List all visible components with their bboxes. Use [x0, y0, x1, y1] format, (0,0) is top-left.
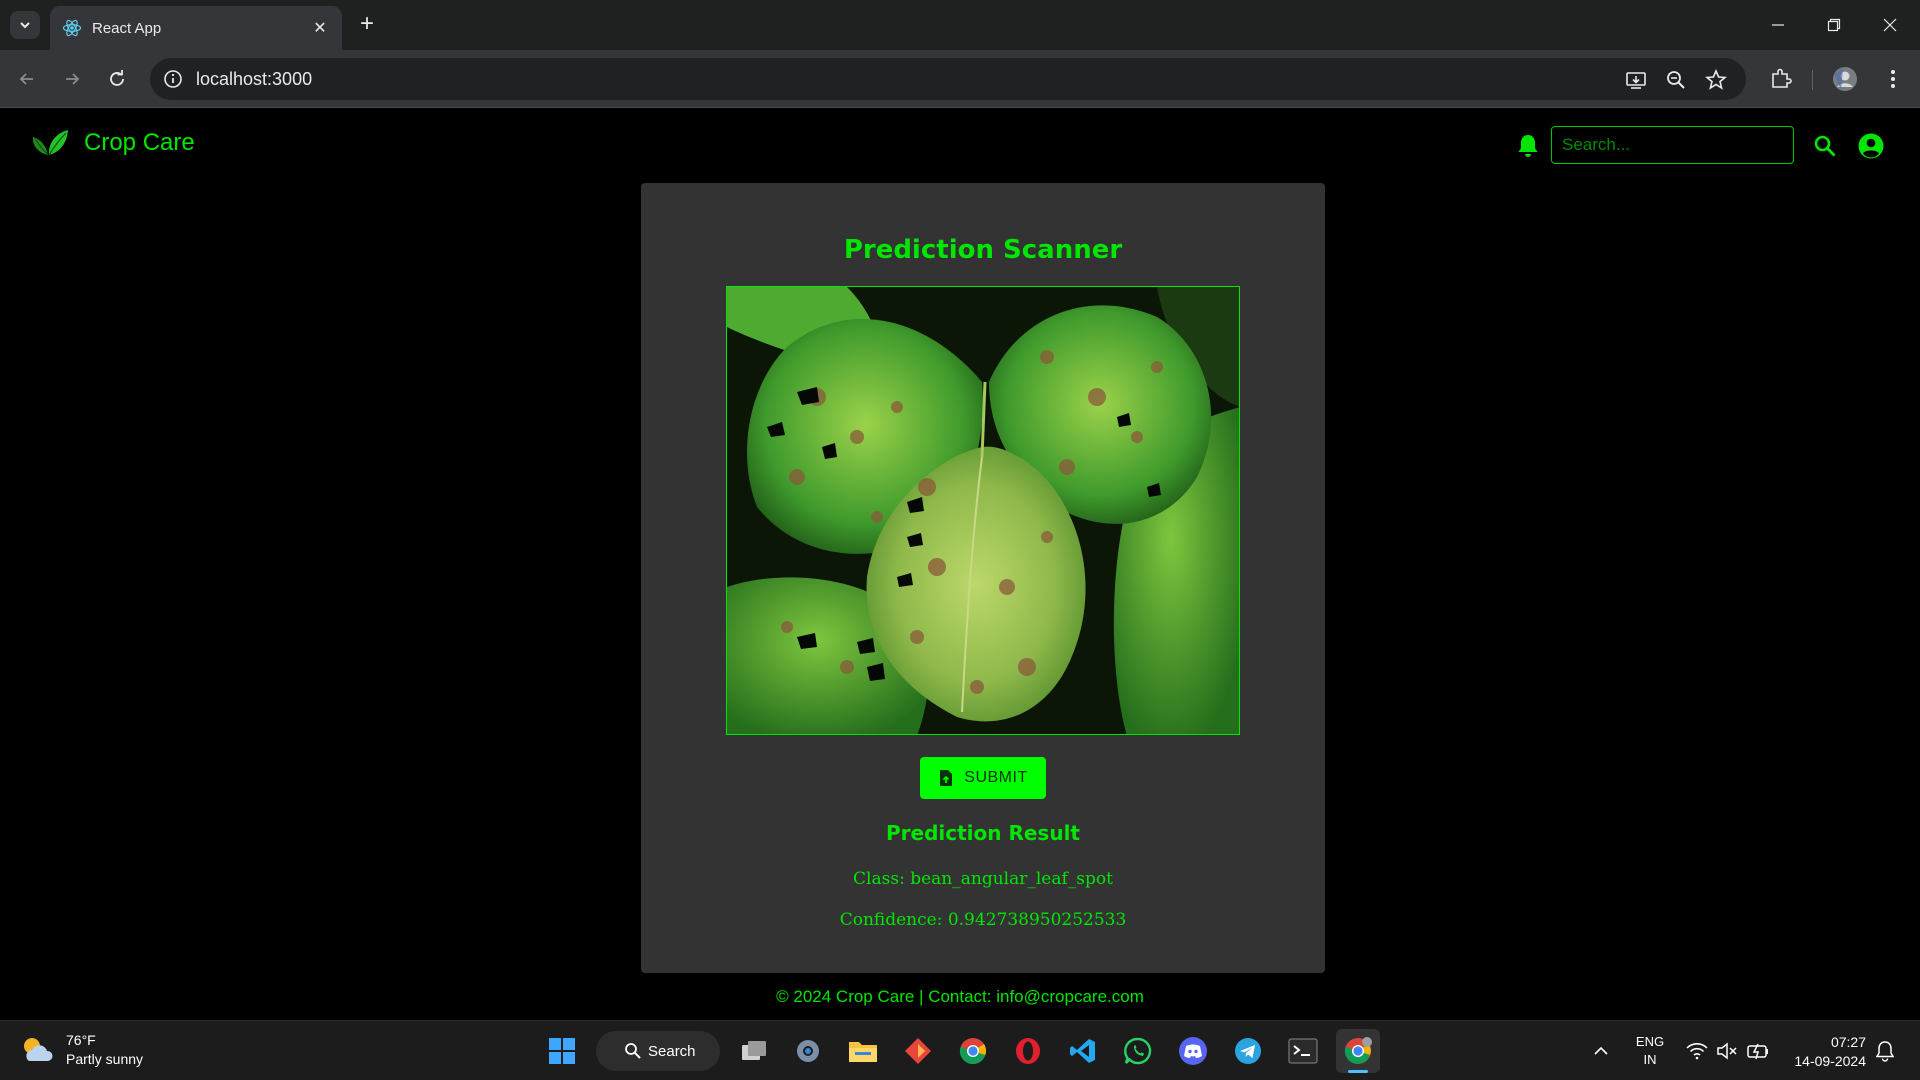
opera-app[interactable] — [1006, 1029, 1050, 1073]
active-app-indicator — [1348, 1070, 1368, 1073]
forward-button[interactable] — [57, 64, 87, 94]
chrome-profile-icon — [1344, 1037, 1372, 1064]
forward-arrow-icon — [66, 73, 80, 85]
diamond-app-icon — [905, 1038, 931, 1064]
notification-bell-icon[interactable] — [1875, 1040, 1895, 1062]
chrome-icon — [959, 1038, 986, 1065]
install-app-icon[interactable] — [1624, 68, 1648, 92]
leaf-logo-icon — [32, 130, 68, 156]
language-indicator[interactable]: ENG IN — [1630, 1033, 1670, 1069]
clock[interactable]: 07:27 14-09-2024 — [1780, 1033, 1866, 1071]
start-button[interactable] — [540, 1029, 584, 1073]
upload-file-icon — [940, 770, 953, 786]
bookmark-star-icon[interactable] — [1704, 68, 1728, 92]
discord-app[interactable] — [1171, 1029, 1215, 1073]
clock-time: 07:27 — [1830, 1034, 1866, 1050]
page-content: Crop Care Prediction Scanner — [0, 109, 1920, 1020]
uploaded-leaf-image — [726, 286, 1240, 735]
submit-label: SUBMIT — [964, 769, 1028, 786]
bell-icon[interactable] — [1516, 133, 1540, 159]
chevron-down-icon — [20, 22, 30, 29]
browser-menu-icon[interactable] — [1880, 66, 1906, 92]
whatsapp-app[interactable] — [1116, 1029, 1160, 1073]
weather-widget[interactable]: 76°F Partly sunny — [20, 1031, 143, 1069]
speaker-muted-icon[interactable] — [1716, 1041, 1738, 1061]
react-favicon-icon — [62, 19, 82, 37]
browser-toolbar: localhost:3000 — [0, 50, 1920, 108]
result-class: Class: bean_angular_leaf_spot — [853, 869, 1113, 889]
chrome-active-app[interactable] — [1336, 1029, 1380, 1073]
lang-line2: IN — [1643, 1052, 1657, 1067]
minimize-icon — [1772, 24, 1784, 26]
terminal-app[interactable] — [1281, 1029, 1325, 1073]
vscode-app[interactable] — [1061, 1029, 1105, 1073]
browser-tab[interactable]: React App ✕ — [50, 6, 342, 50]
taskbar: 76°F Partly sunny Search ENG IN 07:27 14… — [0, 1020, 1920, 1080]
zoom-icon[interactable] — [1664, 68, 1688, 92]
gear-icon — [797, 1040, 819, 1062]
restore-button[interactable] — [1806, 0, 1862, 50]
leaf-photo — [727, 287, 1239, 734]
result-title: Prediction Result — [886, 821, 1080, 845]
opera-icon — [1016, 1038, 1040, 1064]
reload-icon — [110, 70, 124, 86]
tab-search-button[interactable] — [10, 11, 40, 39]
card-title: Prediction Scanner — [843, 235, 1123, 265]
profile-avatar-icon[interactable] — [1832, 66, 1858, 92]
close-icon — [1883, 18, 1897, 32]
toolbar-divider — [1812, 70, 1813, 90]
chrome-app[interactable] — [951, 1029, 995, 1073]
footer-text: © 2024 Crop Care | Contact: info@cropcar… — [776, 987, 1144, 1006]
prediction-card: Prediction Scanner SUBMIT Prediction Res… — [641, 183, 1325, 973]
task-view-button[interactable] — [732, 1029, 776, 1073]
windows-logo-icon — [549, 1038, 575, 1064]
new-tab-button[interactable]: + — [352, 10, 382, 40]
close-window-button[interactable] — [1862, 0, 1918, 50]
battery-icon[interactable] — [1746, 1041, 1770, 1061]
settings-app[interactable] — [786, 1029, 830, 1073]
git-app[interactable] — [896, 1029, 940, 1073]
search-input[interactable] — [1551, 126, 1794, 164]
brand-name: Crop Care — [84, 129, 195, 156]
restore-icon — [1827, 18, 1841, 32]
search-icon — [625, 1043, 641, 1059]
minimize-button[interactable] — [1750, 0, 1806, 50]
whatsapp-icon — [1124, 1037, 1152, 1065]
lang-line1: ENG — [1635, 1034, 1665, 1049]
submit-button[interactable]: SUBMIT — [920, 757, 1046, 799]
weather-desc: Partly sunny — [66, 1051, 144, 1067]
telegram-app[interactable] — [1226, 1029, 1270, 1073]
search-icon[interactable] — [1812, 133, 1838, 159]
chevron-up-icon[interactable] — [1593, 1045, 1609, 1057]
site-info-icon[interactable] — [162, 68, 184, 90]
result-confidence: Confidence: 0.942738950252533 — [839, 910, 1127, 930]
clock-date: 14-09-2024 — [1794, 1053, 1866, 1069]
url-text: localhost:3000 — [196, 68, 313, 89]
account-icon[interactable] — [1857, 132, 1885, 160]
folder-icon — [849, 1042, 877, 1062]
tab-close-icon[interactable]: ✕ — [310, 18, 330, 38]
taskbar-search-label: Search — [648, 1042, 696, 1060]
telegram-icon — [1235, 1038, 1261, 1064]
vscode-icon — [1070, 1039, 1095, 1063]
taskbar-search[interactable]: Search — [596, 1031, 720, 1071]
file-explorer-app[interactable] — [841, 1029, 885, 1073]
back-button[interactable] — [12, 64, 42, 94]
address-bar[interactable]: localhost:3000 — [150, 58, 1746, 100]
partly-sunny-icon — [24, 1038, 53, 1061]
discord-icon — [1179, 1037, 1207, 1065]
browser-tab-bar: React App ✕ + — [0, 0, 1920, 50]
extensions-icon[interactable] — [1768, 66, 1794, 92]
reload-button[interactable] — [102, 64, 132, 94]
back-arrow-icon — [19, 73, 33, 85]
weather-temp: 76°F — [66, 1032, 96, 1048]
wifi-icon[interactable] — [1686, 1042, 1708, 1060]
task-view-icon — [742, 1041, 766, 1060]
tab-title: React App — [92, 19, 162, 37]
brand[interactable]: Crop Care — [30, 127, 195, 159]
terminal-icon — [1288, 1038, 1318, 1064]
